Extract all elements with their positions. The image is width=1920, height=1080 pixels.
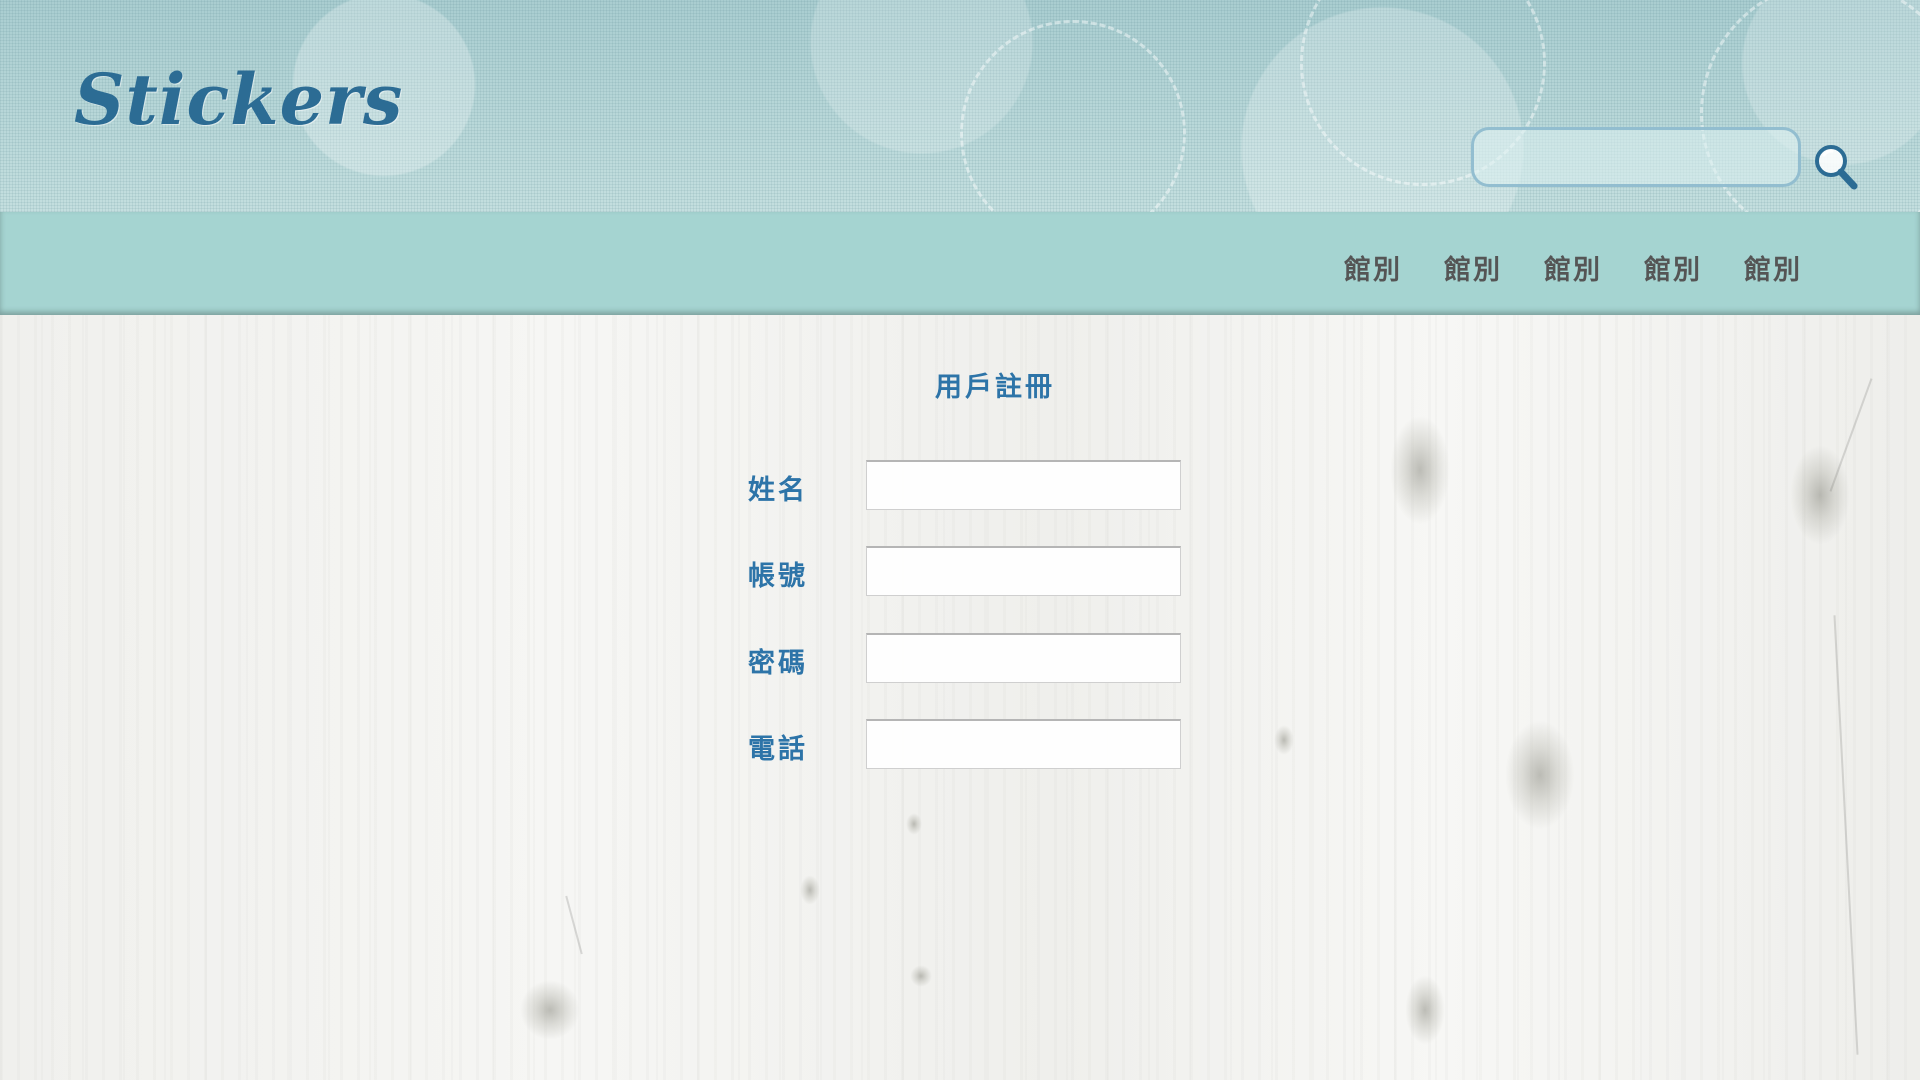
phone-field[interactable] — [866, 719, 1181, 769]
wood-knot — [1390, 415, 1450, 525]
form-row-phone: 電話 — [748, 719, 1188, 769]
nav-list: 館別 館別 館別 館別 館別 — [1344, 248, 1802, 287]
main-content: 用戶註冊 姓名 帳號 密碼 電話 — [0, 315, 1920, 1080]
magnifier-icon — [1815, 145, 1858, 190]
wood-knot — [1505, 720, 1575, 830]
form-row-name: 姓名 — [748, 460, 1188, 510]
search-button[interactable] — [1812, 142, 1860, 192]
form-row-password: 密碼 — [748, 633, 1188, 683]
fabric-decoration — [960, 20, 1186, 212]
page-title: 用戶註冊 — [935, 372, 1055, 403]
wood-knot — [1274, 725, 1294, 755]
wood-grain — [1833, 615, 1859, 1055]
form-row-account: 帳號 — [748, 546, 1188, 596]
password-field[interactable] — [866, 633, 1181, 683]
wood-grain — [565, 895, 583, 955]
wood-knot — [910, 965, 932, 987]
wood-knot — [520, 980, 580, 1040]
site-header: Stickers — [0, 0, 1920, 212]
nav-item-5[interactable]: 館別 — [1744, 248, 1802, 287]
password-label: 密碼 — [748, 648, 808, 679]
phone-label: 電話 — [748, 734, 808, 765]
nav-item-1[interactable]: 館別 — [1344, 248, 1402, 287]
account-label: 帳號 — [748, 561, 808, 592]
wood-knot — [1405, 975, 1445, 1045]
account-field[interactable] — [866, 546, 1181, 596]
name-label: 姓名 — [748, 475, 808, 506]
wood-knot — [906, 813, 922, 835]
name-field[interactable] — [866, 460, 1181, 510]
nav-item-2[interactable]: 館別 — [1444, 248, 1502, 287]
main-navigation: 館別 館別 館別 館別 館別 — [0, 212, 1920, 315]
site-logo[interactable]: Stickers — [74, 58, 403, 141]
wood-knot — [800, 875, 820, 905]
search-input[interactable] — [1471, 127, 1801, 187]
nav-item-4[interactable]: 館別 — [1644, 248, 1702, 287]
nav-item-3[interactable]: 館別 — [1544, 248, 1602, 287]
